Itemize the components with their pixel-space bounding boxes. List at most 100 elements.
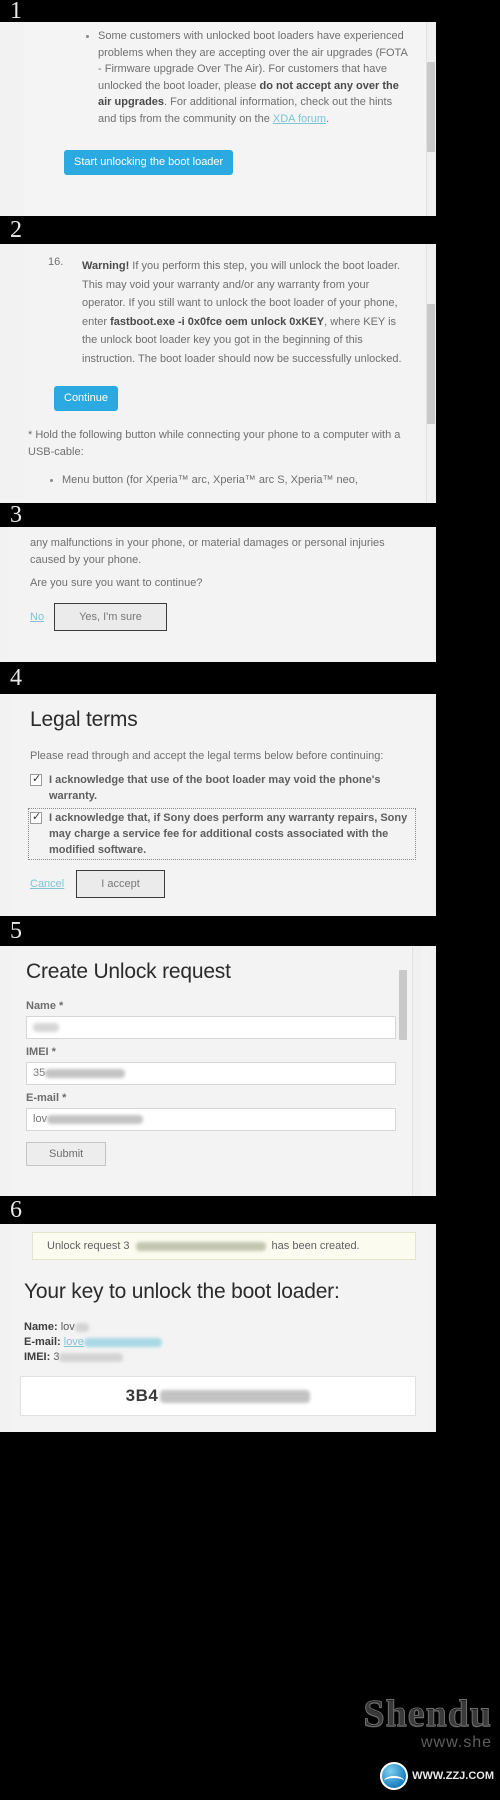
step-band-5: 5	[0, 916, 500, 946]
legal-checkbox-label-2: I acknowledge that, if Sony does perform…	[49, 812, 408, 856]
yes-im-sure-button[interactable]: Yes, I'm sure	[54, 603, 167, 631]
panel-1-sheet: Some customers with unlocked boot loader…	[24, 22, 426, 216]
checkbox-service-fee-checked-icon[interactable]	[30, 810, 42, 824]
submit-button[interactable]: Submit	[26, 1142, 107, 1166]
imei-input[interactable]: 35	[26, 1062, 396, 1085]
panel-2-scroll-thumb[interactable]	[427, 304, 435, 424]
step-band-2: 2	[0, 216, 500, 244]
detail-email-row: E-mail: love	[24, 1335, 162, 1350]
email-input[interactable]: lov	[26, 1108, 396, 1131]
watermark: Shendu www.she	[363, 1694, 492, 1752]
ota-warning-text-3: .	[326, 112, 330, 125]
panel-2-scrollbar[interactable]	[426, 244, 436, 526]
unlock-request-created-notice: Unlock request 3 has been created.	[32, 1232, 416, 1260]
watermark-url: WWW.ZZJ.COM	[412, 1770, 494, 1782]
notice-redacted-id	[135, 1241, 266, 1251]
panel-5: Create Unlock request Name * IMEI * 35 E…	[0, 946, 436, 1196]
imei-input-redacted	[45, 1068, 126, 1078]
panel-5-scroll-thumb[interactable]	[399, 970, 407, 1040]
panel-1-scroll-thumb[interactable]	[427, 62, 435, 152]
panel-2: 16. Warning! If you perform this step, y…	[0, 244, 436, 526]
panel-4-actions: Cancel I accept	[30, 870, 165, 898]
unlock-key-box[interactable]: 3B4	[20, 1376, 416, 1416]
device-button-item: Menu button (for Xperia™ arc, Xperia™ ar…	[48, 472, 412, 489]
name-input-redacted	[33, 1022, 59, 1032]
name-input[interactable]	[26, 1016, 396, 1039]
detail-email-link[interactable]: love	[64, 1336, 84, 1348]
cancel-link[interactable]: Cancel	[30, 878, 64, 890]
watermark-brand: Shendu	[363, 1693, 492, 1735]
notice-prefix: Unlock request 3	[47, 1240, 130, 1252]
confirm-question: Are you sure you want to continue?	[30, 577, 203, 589]
detail-name-row: Name: lov	[24, 1320, 162, 1335]
legal-checkbox-row-1[interactable]: I acknowledge that use of the boot loade…	[30, 772, 412, 804]
imei-field-group: IMEI * 35	[26, 1046, 396, 1085]
legal-checkbox-label-1: I acknowledge that use of the boot loade…	[49, 774, 381, 802]
ota-warning-list: Some customers with unlocked boot loader…	[84, 28, 408, 127]
legal-terms-title: Legal terms	[30, 708, 138, 731]
detail-name-label: Name:	[24, 1321, 58, 1333]
checkbox-warranty-void-checked-icon[interactable]	[30, 772, 42, 786]
detail-imei-redacted	[59, 1352, 124, 1362]
usb-cable-footnote: * Hold the following button while connec…	[28, 429, 401, 458]
xda-forum-link[interactable]: XDA forum	[273, 113, 326, 125]
notice-suffix: has been created.	[271, 1240, 360, 1252]
panel-1-scrollbar[interactable]	[426, 22, 436, 216]
panel-2-sheet: 16. Warning! If you perform this step, y…	[24, 244, 426, 526]
panel-3-actions: No Yes, I'm sure	[30, 603, 167, 631]
detail-imei-row: IMEI: 3	[24, 1350, 162, 1365]
detail-email-redacted	[83, 1337, 162, 1347]
warning-step-item: 16. Warning! If you perform this step, y…	[48, 256, 410, 367]
fastboot-command: fastboot.exe -i 0x0fce oem unlock 0xKEY	[110, 315, 325, 328]
panel-1: Some customers with unlocked boot loader…	[0, 22, 436, 216]
panel-6-sheet: Unlock request 3 has been created. Your k…	[10, 1224, 430, 1432]
step-number-6: 6	[10, 1197, 22, 1223]
panel-3: any malfunctions in your phone, or mater…	[0, 527, 436, 662]
email-field-label: E-mail *	[26, 1092, 67, 1104]
warning-step-list: 16. Warning! If you perform this step, y…	[48, 256, 410, 367]
step-band-6: 6	[0, 1196, 500, 1224]
imei-field-label: IMEI *	[26, 1046, 56, 1058]
malfunction-text: any malfunctions in your phone, or mater…	[30, 537, 385, 566]
email-input-redacted	[47, 1114, 144, 1124]
step-number-4: 4	[10, 665, 22, 691]
legal-checkbox-row-2[interactable]: I acknowledge that, if Sony does perform…	[28, 808, 416, 860]
email-input-value: lov	[33, 1113, 48, 1125]
no-link[interactable]: No	[30, 611, 44, 623]
globe-icon	[380, 1762, 409, 1790]
panel-4-sheet: Legal terms Please read through and acce…	[14, 694, 432, 916]
unlock-key-title: Your key to unlock the boot loader:	[24, 1280, 340, 1303]
detail-name-value: lov	[60, 1321, 75, 1333]
detail-name-redacted	[74, 1322, 89, 1332]
create-unlock-request-title: Create Unlock request	[26, 960, 231, 983]
panel-5-scrollbar[interactable]	[399, 946, 422, 1196]
detail-imei-label: IMEI:	[24, 1351, 51, 1363]
email-field-group: E-mail * lov	[26, 1092, 396, 1131]
start-unlocking-button[interactable]: Start unlocking the boot loader	[64, 150, 234, 175]
step-band-1: 1	[0, 0, 500, 23]
imei-input-value: 35	[33, 1067, 46, 1079]
panel-6: Unlock request 3 has been created. Your k…	[0, 1224, 436, 1432]
name-field-group: Name *	[26, 1000, 396, 1039]
ota-warning-bullet: Some customers with unlocked boot loader…	[84, 28, 408, 127]
step-number-5: 5	[10, 918, 22, 944]
warning-label: Warning!	[82, 260, 130, 272]
watermark-site: www.she	[420, 1734, 492, 1751]
panel-5-sheet: Create Unlock request Name * IMEI * 35 E…	[14, 946, 426, 1196]
step-number-2: 2	[10, 217, 22, 243]
screenshot-root: 1 Some customers with unlocked boot load…	[0, 0, 500, 1800]
step-band-4: 4	[0, 662, 500, 694]
i-accept-button[interactable]: I accept	[76, 870, 165, 898]
device-button-list: Menu button (for Xperia™ arc, Xperia™ ar…	[48, 472, 412, 489]
continue-button[interactable]: Continue	[54, 386, 119, 411]
watermark-badge: WWW.ZZJ.COM	[380, 1762, 494, 1790]
panel-3-sheet: any malfunctions in your phone, or mater…	[8, 527, 432, 662]
warning-step-number: 16.	[48, 256, 64, 268]
warning-step-text: Warning! If you perform this step, you w…	[82, 260, 402, 365]
legal-terms-intro: Please read through and accept the legal…	[30, 750, 384, 762]
unlock-key-redacted	[160, 1389, 311, 1403]
panel-4: Legal terms Please read through and acce…	[0, 694, 436, 916]
unlock-key-value: 3B4	[125, 1386, 159, 1405]
name-field-label: Name *	[26, 1000, 64, 1012]
step-band-3: 3	[0, 503, 500, 527]
